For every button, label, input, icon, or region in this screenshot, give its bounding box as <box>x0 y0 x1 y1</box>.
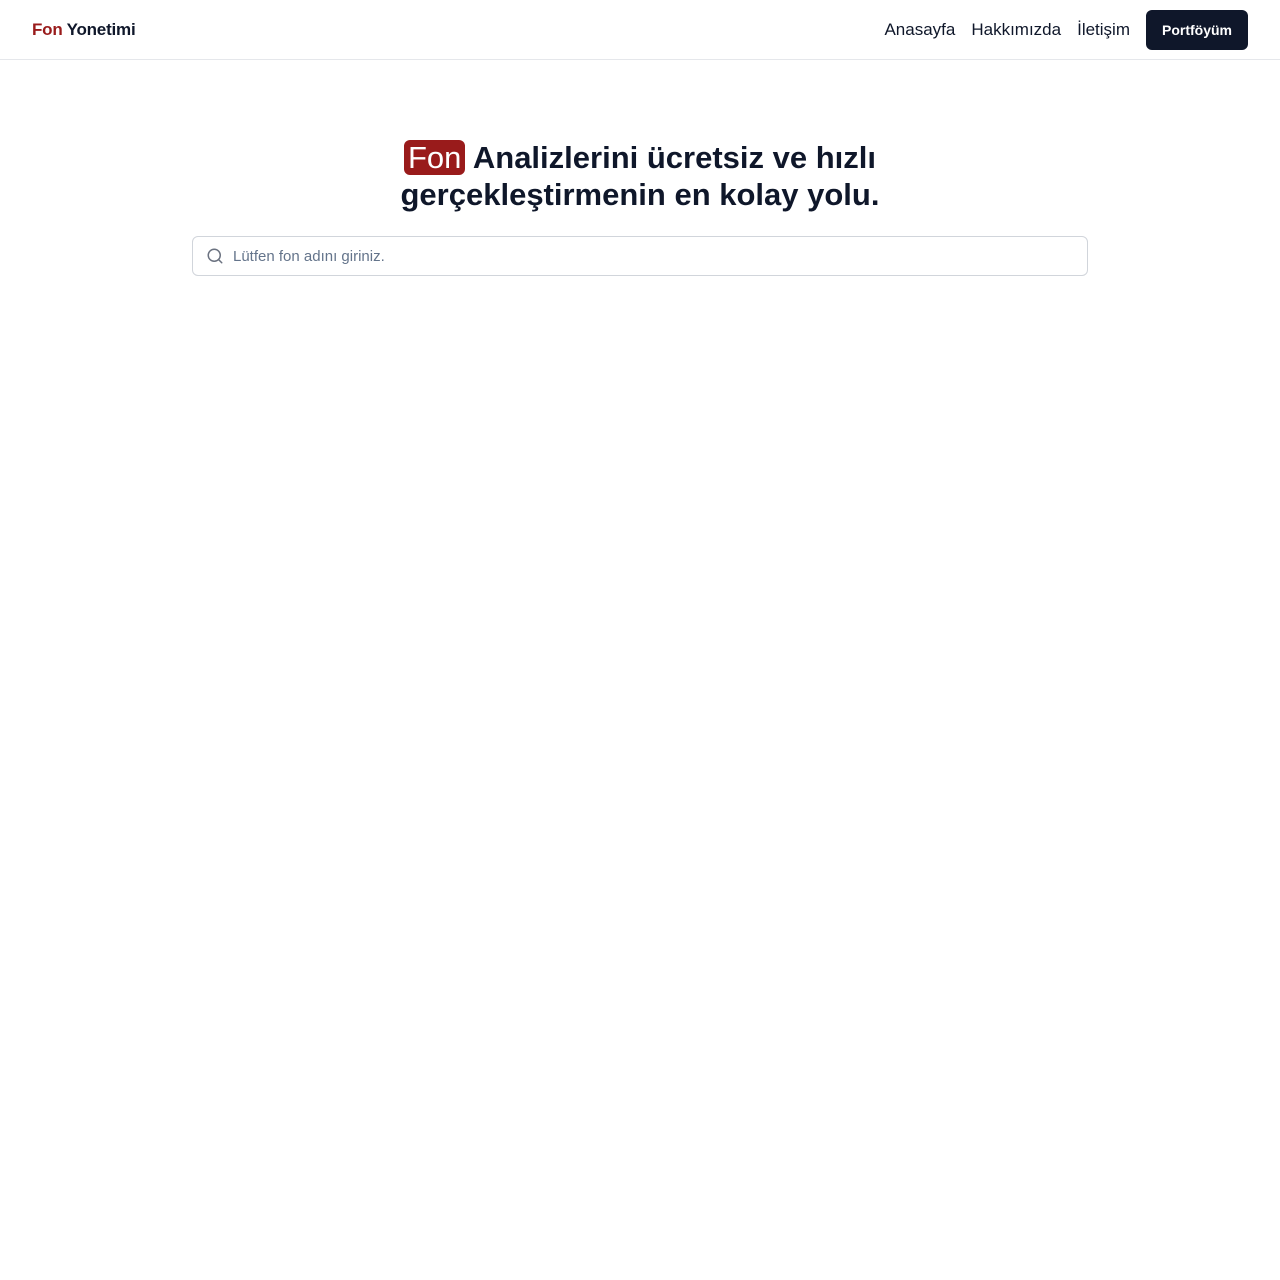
nav-link-about[interactable]: Hakkımızda <box>971 10 1061 50</box>
nav-link-home[interactable]: Anasayfa <box>884 10 955 50</box>
brand-logo[interactable]: Fon Yonetimi <box>32 19 136 41</box>
main-nav: Anasayfa Hakkımızda İletişim Portföyüm <box>884 10 1248 50</box>
portfolio-button[interactable]: Portföyüm <box>1146 10 1248 50</box>
nav-link-contact[interactable]: İletişim <box>1077 10 1130 50</box>
hero-title: Fon Analizlerini ücretsiz ve hızlı gerçe… <box>0 139 1280 213</box>
hero-title-line2: gerçekleştirmenin en kolay yolu. <box>400 177 880 212</box>
hero-highlight-word: Fon <box>403 140 466 175</box>
brand-accent-word: Fon <box>32 20 63 39</box>
search-icon <box>207 248 223 264</box>
fund-search-box[interactable] <box>192 236 1088 276</box>
fund-search-input[interactable] <box>233 238 1087 274</box>
top-navbar: Fon Yonetimi Anasayfa Hakkımızda İletişim… <box>0 0 1280 60</box>
hero-title-line1: Analizlerini ücretsiz ve hızlı <box>465 140 876 175</box>
brand-rest-word: Yonetimi <box>66 20 136 39</box>
